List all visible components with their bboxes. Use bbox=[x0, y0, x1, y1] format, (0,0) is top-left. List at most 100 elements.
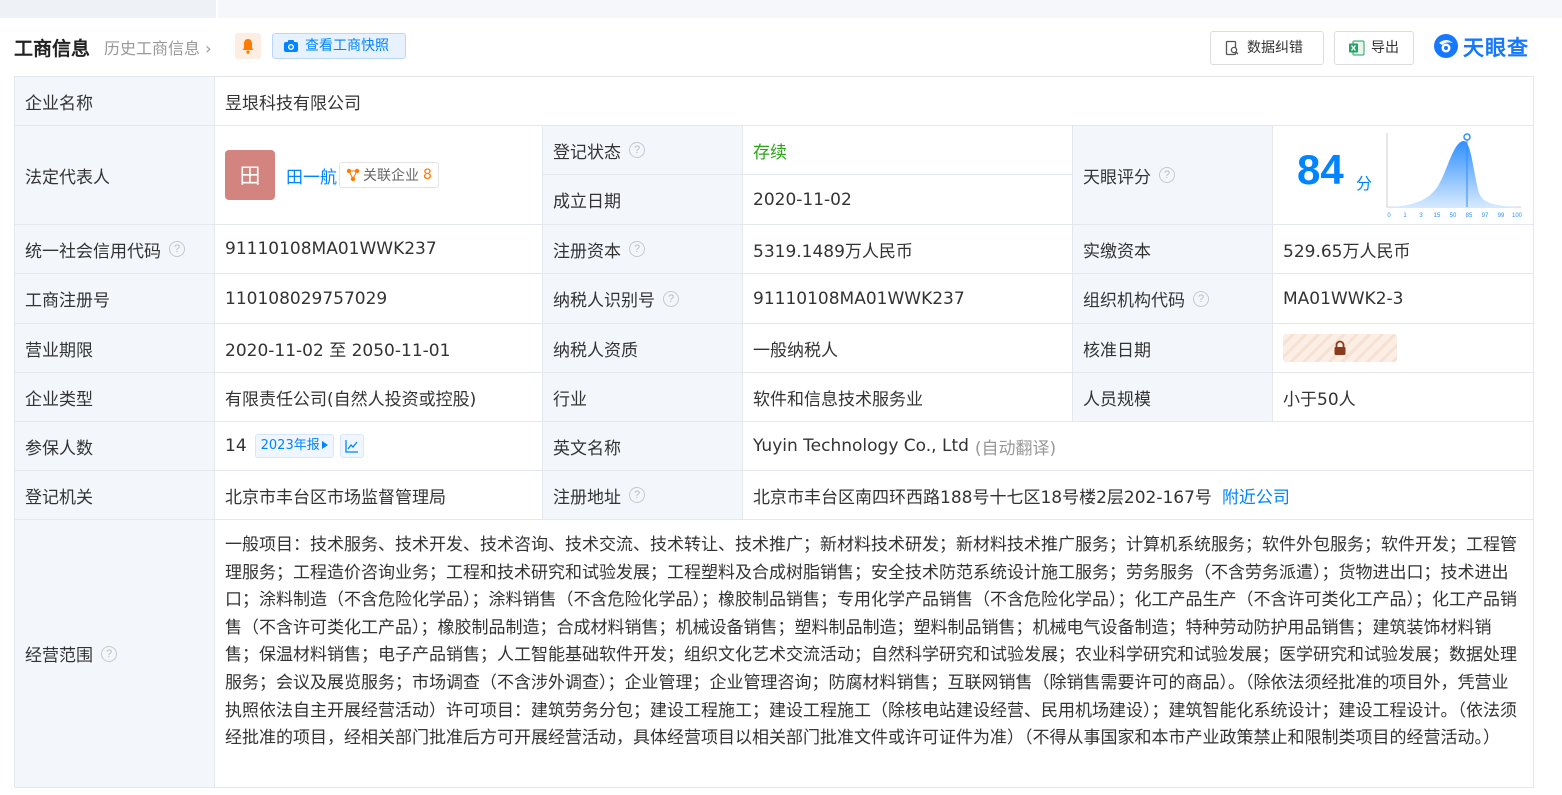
approval-date-cell bbox=[1273, 324, 1534, 373]
legal-rep-cell: 田 田一航 关联企业 8 bbox=[215, 126, 543, 225]
camera-icon bbox=[284, 40, 298, 52]
company-name-label: 企业名称 bbox=[15, 77, 215, 126]
history-link[interactable]: 历史工商信息 › bbox=[104, 35, 212, 59]
insured-cell: 14 2023年报 bbox=[215, 422, 543, 471]
legal-rep-name-link[interactable]: 田一航 bbox=[286, 163, 337, 188]
trend-button[interactable] bbox=[339, 434, 364, 458]
reg-capital-label: 注册资本? bbox=[543, 225, 743, 274]
established-date: 2020-11-02 bbox=[743, 175, 1073, 225]
org-code: MA01WWK2-3 bbox=[1273, 274, 1534, 324]
score-tick-label: 1 bbox=[1403, 213, 1407, 219]
related-companies-tag[interactable]: 关联企业 8 bbox=[339, 162, 439, 188]
bell-icon bbox=[242, 39, 254, 54]
paid-capital-label: 实缴资本 bbox=[1073, 225, 1273, 274]
credit-code: 91110108MA01WWK237 bbox=[215, 225, 543, 274]
staff-size-label: 人员规模 bbox=[1073, 373, 1273, 422]
biz-term: 2020-11-02 至 2050-11-01 bbox=[215, 324, 543, 373]
reg-address-label: 注册地址? bbox=[543, 471, 743, 520]
taxpayer-id: 91110108MA01WWK237 bbox=[743, 274, 1073, 324]
section-title: 工商信息 bbox=[14, 38, 91, 60]
reg-capital-label-text: 注册资本 bbox=[553, 241, 621, 262]
play-icon bbox=[321, 441, 328, 449]
excel-icon bbox=[1349, 40, 1365, 56]
reg-status: 存续 bbox=[743, 126, 1073, 175]
approval-date-label: 核准日期 bbox=[1073, 324, 1273, 373]
avatar: 田 bbox=[225, 150, 275, 200]
related-companies-count: 8 bbox=[423, 167, 432, 183]
taxpayer-id-label: 纳税人识别号? bbox=[543, 274, 743, 324]
established-label: 成立日期 bbox=[543, 175, 743, 225]
help-icon[interactable]: ? bbox=[169, 241, 185, 257]
reg-address-cell: 北京市丰台区南四环西路188号十七区18号楼2层202-167号 附近公司 bbox=[743, 471, 1534, 520]
business-info-table: 企业名称 昱垠科技有限公司 法定代表人 田 田一航 关联企业 8 登记状态? 存续… bbox=[14, 76, 1534, 788]
bell-button[interactable] bbox=[235, 33, 261, 59]
taxpayer-qual: 一般纳税人 bbox=[743, 324, 1073, 373]
reg-status-label-text: 登记状态 bbox=[553, 142, 621, 163]
score-label: 天眼评分? bbox=[1073, 126, 1273, 225]
score-tick-label: 15 bbox=[1434, 213, 1441, 219]
reg-address: 北京市丰台区南四环西路188号十七区18号楼2层202-167号 bbox=[753, 487, 1212, 508]
credit-code-label: 统一社会信用代码? bbox=[15, 225, 215, 274]
staff-size: 小于50人 bbox=[1273, 373, 1534, 422]
score-value: 84 bbox=[1297, 146, 1344, 193]
help-icon[interactable]: ? bbox=[101, 645, 117, 662]
auto-translate-note: (自动翻译) bbox=[974, 438, 1057, 459]
brand-logo-icon bbox=[1434, 34, 1458, 58]
trend-icon bbox=[345, 440, 358, 453]
org-code-label-text: 组织机构代码 bbox=[1083, 291, 1185, 311]
top-strip-left bbox=[0, 0, 216, 18]
reg-status-label: 登记状态? bbox=[543, 126, 743, 175]
nearby-companies-link[interactable]: 附近公司 bbox=[1222, 483, 1290, 508]
help-icon[interactable]: ? bbox=[663, 290, 679, 307]
data-correction-label: 数据纠错 bbox=[1247, 40, 1303, 56]
paid-capital: 529.65万人民币 bbox=[1273, 225, 1534, 274]
network-icon bbox=[346, 168, 360, 182]
reg-capital: 5319.1489万人民币 bbox=[743, 225, 1073, 274]
chevron-right-icon: › bbox=[205, 39, 212, 58]
snapshot-button[interactable]: 查看工商快照 bbox=[272, 33, 406, 59]
biz-reg-no: 110108029757029 bbox=[215, 274, 543, 324]
english-name: Yuyin Technology Co., Ltd bbox=[753, 436, 969, 456]
reg-authority-label: 登记机关 bbox=[15, 471, 215, 520]
help-icon[interactable]: ? bbox=[1159, 167, 1175, 183]
biz-reg-no-label: 工商注册号 bbox=[15, 274, 215, 324]
reg-authority: 北京市丰台区市场监督管理局 bbox=[215, 471, 543, 520]
score-tick-label: 100 bbox=[1512, 213, 1523, 219]
score-tick-label: 85 bbox=[1466, 213, 1473, 219]
export-button[interactable]: 导出 bbox=[1334, 31, 1414, 65]
annual-report-year-tag[interactable]: 2023年报 bbox=[254, 434, 334, 458]
industry-label: 行业 bbox=[543, 373, 743, 422]
section-header: 工商信息 历史工商信息 › 查看工商快照 数据纠错 导出 天眼查 bbox=[0, 26, 1562, 70]
insured-label: 参保人数 bbox=[15, 422, 215, 471]
taxpayer-qual-label: 纳税人资质 bbox=[543, 324, 743, 373]
score-tick-label: 0 bbox=[1387, 213, 1391, 219]
help-icon[interactable]: ? bbox=[629, 241, 645, 257]
export-label: 导出 bbox=[1371, 40, 1399, 56]
reg-address-label-text: 注册地址 bbox=[553, 487, 621, 508]
scope-label-text: 经营范围 bbox=[25, 646, 93, 666]
business-scope: 一般项目：技术服务、技术开发、技术咨询、技术交流、技术转让、技术推广；新材料技术… bbox=[215, 520, 1534, 788]
lock-icon bbox=[1334, 340, 1346, 355]
score-distribution-chart: 0 1 3 15 50 85 97 99 100 bbox=[1386, 133, 1523, 219]
scope-label: 经营范围? bbox=[15, 520, 215, 788]
score-unit: 分 bbox=[1356, 174, 1373, 193]
history-link-label: 历史工商信息 bbox=[104, 39, 201, 58]
company-type: 有限责任公司(自然人投资或控股) bbox=[215, 373, 543, 422]
help-icon[interactable]: ? bbox=[1193, 290, 1209, 307]
company-type-label: 企业类型 bbox=[15, 373, 215, 422]
score-cell[interactable]: 84 分 0 1 3 15 50 85 97 99 100 bbox=[1273, 126, 1534, 225]
locked-value[interactable] bbox=[1283, 334, 1397, 362]
english-name-cell: Yuyin Technology Co., Ltd (自动翻译) bbox=[743, 422, 1534, 471]
help-icon[interactable]: ? bbox=[629, 142, 645, 158]
annual-report-year: 2023年报 bbox=[260, 438, 320, 453]
company-name: 昱垠科技有限公司 bbox=[215, 77, 1534, 126]
industry: 软件和信息技术服务业 bbox=[743, 373, 1073, 422]
taxpayer-id-label-text: 纳税人识别号 bbox=[553, 291, 655, 311]
score-tick-label: 50 bbox=[1450, 213, 1457, 219]
data-correction-button[interactable]: 数据纠错 bbox=[1210, 31, 1324, 65]
legal-rep-label: 法定代表人 bbox=[15, 126, 215, 225]
score-label-text: 天眼评分 bbox=[1083, 167, 1151, 188]
top-strip-right bbox=[218, 0, 1562, 18]
help-icon[interactable]: ? bbox=[629, 487, 645, 503]
score-tick-label: 99 bbox=[1498, 213, 1505, 219]
